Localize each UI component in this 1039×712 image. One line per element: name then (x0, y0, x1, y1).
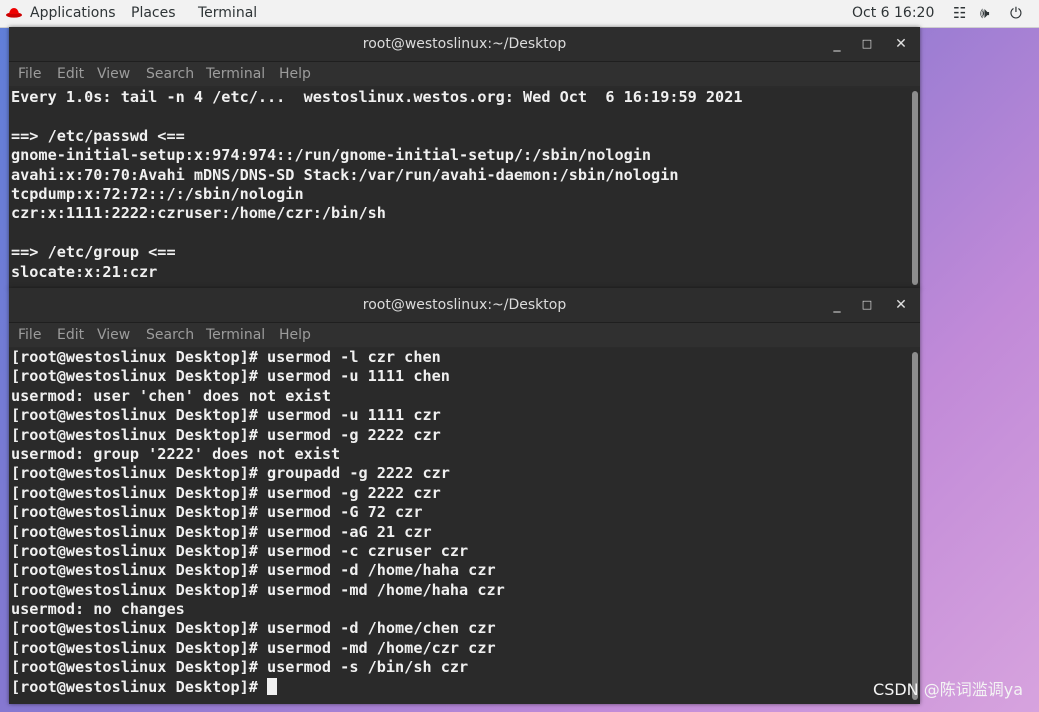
output-line: [root@westoslinux Desktop]# usermod -md … (11, 580, 505, 599)
clock[interactable]: Oct 6 16:20 (852, 5, 934, 21)
output-line: usermod: no changes (11, 600, 185, 619)
output-line: [root@westoslinux Desktop]# usermod -d /… (11, 619, 496, 638)
scrollbar[interactable] (912, 91, 918, 285)
network-icon[interactable]: ☷ (953, 4, 966, 22)
menu-help[interactable]: Help (279, 327, 311, 343)
output-line: avahi:x:70:70:Avahi mDNS/DNS-SD Stack:/v… (11, 165, 679, 184)
terminal-app-menu[interactable]: Terminal (198, 5, 257, 21)
output-line: usermod: user 'chen' does not exist (11, 386, 332, 405)
output-line: [root@westoslinux Desktop]# usermod -l c… (11, 348, 441, 366)
power-icon[interactable]: ⏻ (1010, 4, 1022, 22)
output-line: [root@westoslinux Desktop]# usermod -G 7… (11, 503, 423, 522)
terminal-window-watch[interactable]: root@westoslinux:~/Desktop _ □ ✕ File Ed… (9, 27, 920, 289)
minimize-icon[interactable]: _ (827, 34, 847, 54)
output-line: gnome-initial-setup:x:974:974::/run/gnom… (11, 146, 652, 165)
output-line: ==> /etc/group <== (11, 243, 176, 262)
volume-icon[interactable]: 🕪 (980, 4, 989, 22)
output-line: [root@westoslinux Desktop]# usermod -u 1… (11, 367, 450, 386)
output-line: [root@westoslinux Desktop]# usermod -u 1… (11, 406, 441, 425)
menu-terminal[interactable]: Terminal (206, 327, 265, 343)
applications-menu[interactable]: Applications (30, 5, 116, 21)
scrollbar-thumb[interactable] (912, 91, 918, 285)
menu-search[interactable]: Search (146, 66, 194, 82)
menu-file[interactable]: File (18, 327, 41, 343)
window-title: root@westoslinux:~/Desktop (362, 297, 567, 313)
csdn-watermark: CSDN @陈词滥调ya (873, 680, 1023, 699)
minimize-icon[interactable]: _ (827, 295, 847, 315)
window-titlebar[interactable]: root@westoslinux:~/Desktop _ □ ✕ (9, 288, 920, 323)
menu-file[interactable]: File (18, 66, 41, 82)
menu-view[interactable]: View (97, 66, 130, 82)
output-line: [root@westoslinux Desktop]# usermod -g 2… (11, 483, 441, 502)
output-line: [root@westoslinux Desktop]# usermod -aG … (11, 522, 432, 541)
window-title: root@westoslinux:~/Desktop (362, 36, 567, 52)
redhat-logo-icon[interactable] (6, 6, 22, 18)
output-line: [root@westoslinux Desktop]# usermod -c c… (11, 541, 469, 560)
output-line: Every 1.0s: tail -n 4 /etc/... westoslin… (11, 88, 743, 106)
maximize-icon[interactable]: □ (857, 295, 877, 315)
text-cursor (267, 677, 278, 695)
terminal-output[interactable]: [root@westoslinux Desktop]# usermod -l c… (9, 348, 910, 704)
output-line: slocate:x:21:czr (11, 262, 158, 281)
output-line: [root@westoslinux Desktop]# usermod -s /… (11, 658, 469, 677)
scrollbar[interactable] (912, 352, 918, 700)
places-menu[interactable]: Places (131, 5, 176, 21)
terminal-window-main[interactable]: root@westoslinux:~/Desktop _ □ ✕ File Ed… (9, 288, 920, 704)
prompt-text: [root@westoslinux Desktop]# (11, 677, 268, 696)
close-icon[interactable]: ✕ (891, 295, 911, 315)
close-icon[interactable]: ✕ (891, 34, 911, 54)
output-line: usermod: group '2222' does not exist (11, 444, 341, 463)
output-line: [root@westoslinux Desktop]# usermod -g 2… (11, 425, 441, 444)
output-line: ==> /etc/passwd <== (11, 126, 185, 145)
maximize-icon[interactable]: □ (857, 34, 877, 54)
top-panel: Applications Places Terminal Oct 6 16:20… (0, 0, 1039, 28)
output-line: [root@westoslinux Desktop]# usermod -d /… (11, 561, 496, 580)
menu-bar: File Edit View Search Terminal Help (9, 62, 920, 86)
scrollbar-thumb[interactable] (912, 352, 918, 700)
menu-edit[interactable]: Edit (57, 327, 84, 343)
output-line: [root@westoslinux Desktop]# groupadd -g … (11, 464, 450, 483)
menu-terminal[interactable]: Terminal (206, 66, 265, 82)
output-line: tcpdump:x:72:72::/:/sbin/nologin (11, 184, 304, 203)
menu-edit[interactable]: Edit (57, 66, 84, 82)
prompt-line[interactable]: [root@westoslinux Desktop]# (11, 677, 910, 697)
menu-bar: File Edit View Search Terminal Help (9, 323, 920, 347)
output-line: czr:x:1111:2222:czruser:/home/czr:/bin/s… (11, 204, 386, 223)
menu-search[interactable]: Search (146, 327, 194, 343)
output-line: [root@westoslinux Desktop]# usermod -md … (11, 638, 496, 657)
terminal-output[interactable]: Every 1.0s: tail -n 4 /etc/... westoslin… (9, 88, 910, 289)
window-titlebar[interactable]: root@westoslinux:~/Desktop _ □ ✕ (9, 27, 920, 62)
menu-help[interactable]: Help (279, 66, 311, 82)
menu-view[interactable]: View (97, 327, 130, 343)
